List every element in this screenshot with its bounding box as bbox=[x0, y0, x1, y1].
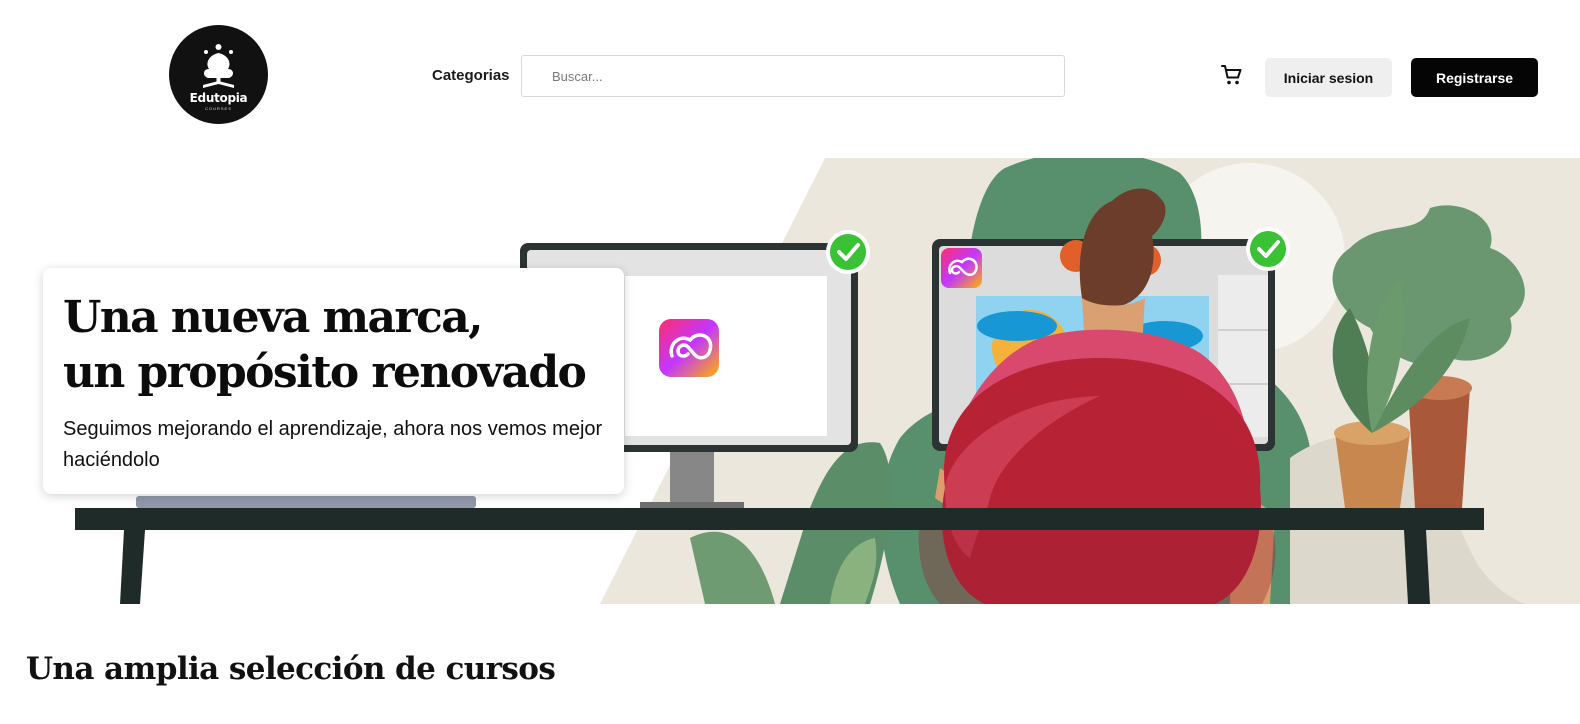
hero-banner: Una nueva marca, un propósito renovado S… bbox=[0, 158, 1580, 604]
hero-title-line-2: un propósito renovado bbox=[63, 347, 587, 398]
check-icon bbox=[826, 230, 870, 274]
creative-cloud-icon bbox=[659, 319, 719, 377]
edutopia-logo[interactable]: Edutopia COURSES bbox=[169, 25, 268, 124]
courses-section-title: Una amplia selección de cursos bbox=[26, 651, 556, 687]
shopping-cart-icon[interactable] bbox=[1220, 63, 1244, 87]
hero-subtitle: Seguimos mejorando el aprendizaje, ahora… bbox=[63, 418, 603, 471]
hero-card: Una nueva marca, un propósito renovado S… bbox=[43, 268, 624, 494]
login-button[interactable]: Iniciar sesion bbox=[1265, 58, 1392, 97]
logo-subtext: COURSES bbox=[205, 106, 232, 111]
check-icon bbox=[1246, 227, 1290, 271]
hero-title-line-1: Una nueva marca, bbox=[63, 292, 483, 343]
logo-text: Edutopia bbox=[189, 91, 248, 105]
categories-menu[interactable]: Categorias bbox=[432, 67, 510, 84]
site-header: Edutopia COURSES Categorias Iniciar sesi… bbox=[0, 0, 1580, 155]
search-input[interactable] bbox=[521, 55, 1065, 97]
hero-title: Una nueva marca, un propósito renovado bbox=[63, 290, 623, 400]
register-button[interactable]: Registrarse bbox=[1411, 58, 1538, 97]
